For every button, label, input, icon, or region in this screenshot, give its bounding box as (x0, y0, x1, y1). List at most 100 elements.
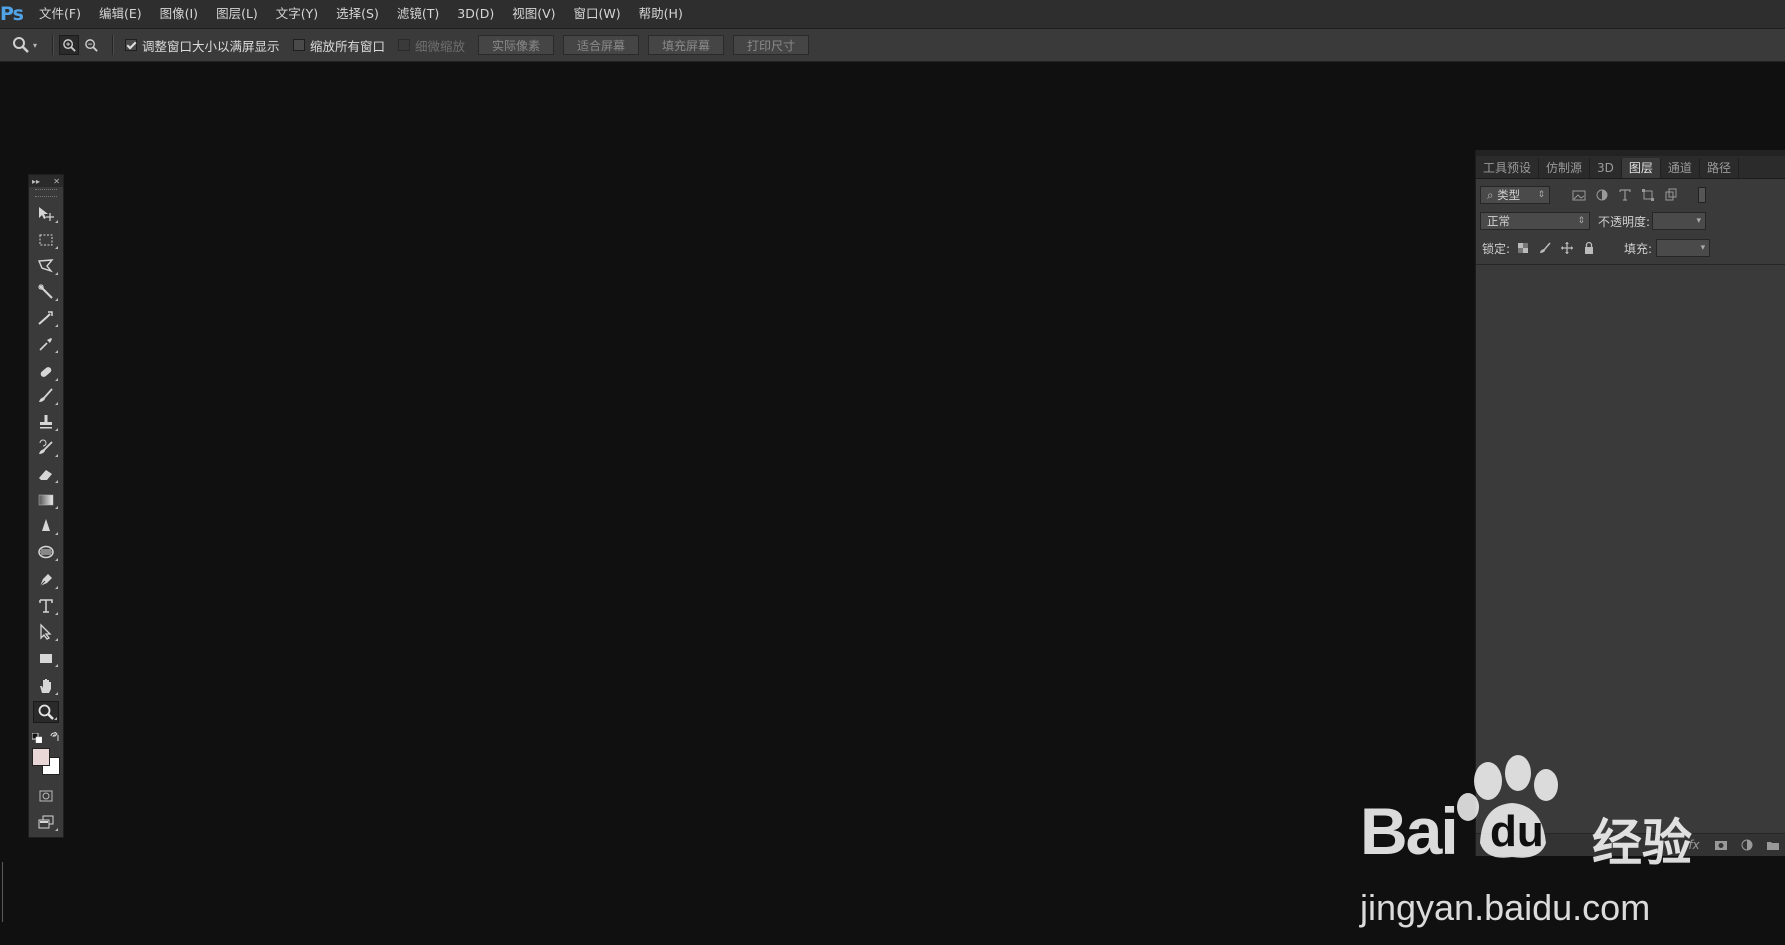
pen-tool[interactable] (33, 569, 59, 591)
path-selection-tool[interactable] (33, 621, 59, 643)
history-brush-tool[interactable] (33, 437, 59, 459)
crop-icon (38, 311, 53, 325)
menu-layer[interactable]: 图层(L) (207, 0, 267, 28)
drag-handle[interactable] (35, 189, 57, 197)
blur-icon (42, 519, 50, 531)
tab-channels[interactable]: 通道 (1661, 158, 1700, 178)
menu-edit[interactable]: 编辑(E) (90, 0, 151, 28)
menu-3d[interactable]: 3D(D) (448, 0, 503, 28)
chevron-down-icon: ▾ (1700, 243, 1706, 253)
fill-screen-button[interactable]: 填充屏幕 (648, 35, 724, 55)
print-size-button[interactable]: 打印尺寸 (733, 35, 809, 55)
collapsed-panel-edge[interactable] (0, 862, 3, 922)
dodge-tool[interactable] (33, 541, 59, 563)
filter-shape-icon[interactable] (1641, 188, 1655, 202)
tab-layers[interactable]: 图层 (1621, 158, 1661, 178)
watermark-sub: 经验 (1592, 814, 1692, 872)
pen-icon (39, 574, 52, 587)
chevron-down-icon: ▾ (33, 40, 38, 50)
type-tool[interactable] (33, 595, 59, 617)
lock-image-icon[interactable] (1538, 241, 1552, 255)
brush-icon (39, 388, 53, 402)
zoom-out-button[interactable] (84, 29, 99, 61)
zoom-out-icon (85, 38, 98, 52)
tab-tool-presets[interactable]: 工具预设 (1476, 158, 1540, 178)
clone-stamp-tool[interactable] (33, 411, 59, 433)
opacity-input[interactable]: ▾ (1652, 212, 1707, 230)
screen-mode-button[interactable] (33, 811, 59, 833)
menu-type[interactable]: 文字(Y) (267, 0, 327, 28)
clone-stamp-icon (40, 415, 52, 429)
eyedropper-tool[interactable] (33, 333, 59, 355)
blur-tool[interactable] (33, 515, 59, 537)
swap-colors-icon[interactable] (50, 732, 60, 742)
filter-kind-select[interactable]: ⌕ 类型 ⇕ (1480, 186, 1550, 204)
magic-wand-icon (38, 284, 53, 299)
marquee-tool[interactable] (33, 229, 59, 251)
collapse-icon[interactable]: ▸▸ (32, 177, 40, 186)
menu-select[interactable]: 选择(S) (327, 0, 388, 28)
panel-grip[interactable] (1476, 150, 1785, 156)
tools-panel-header[interactable]: ▸▸ ✕ (29, 175, 63, 187)
menu-image[interactable]: 图像(I) (151, 0, 207, 28)
resize-windows-option[interactable]: 调整窗口大小以满屏显示 (125, 29, 280, 61)
actual-pixels-button[interactable]: 实际像素 (478, 35, 554, 55)
filter-toggle[interactable] (1698, 187, 1706, 203)
rectangle-icon (40, 654, 52, 663)
baidu-watermark: Bai du 经验 jingyan.baidu.com (1360, 745, 1780, 935)
rectangle-tool[interactable] (33, 647, 59, 669)
menu-window[interactable]: 窗口(W) (565, 0, 630, 28)
gradient-tool[interactable] (33, 489, 59, 511)
default-colors-icon[interactable] (32, 733, 42, 743)
marquee-icon (39, 234, 53, 246)
scrubby-zoom-label: 细微缩放 (415, 38, 466, 54)
lock-all-icon[interactable] (1582, 241, 1596, 255)
zoom-all-windows-option[interactable]: 缩放所有窗口 (293, 29, 385, 61)
tab-3d[interactable]: 3D (1590, 158, 1622, 178)
blend-mode-select[interactable]: 正常 ⇕ (1480, 212, 1590, 230)
quick-mask-button[interactable] (33, 785, 59, 807)
filter-type-icon[interactable] (1618, 188, 1632, 202)
menu-filter[interactable]: 滤镜(T) (388, 0, 448, 28)
lock-row: 锁定: 填充: ▾ (1476, 234, 1785, 262)
menu-bar: Ps 文件(F) 编辑(E) 图像(I) 图层(L) 文字(Y) 选择(S) 滤… (0, 0, 1785, 29)
zoom-all-windows-checkbox[interactable] (293, 39, 305, 51)
lasso-tool[interactable] (33, 255, 59, 277)
filter-smart-object-icon[interactable] (1664, 188, 1678, 202)
zoom-tool[interactable] (33, 701, 59, 723)
brush-tool[interactable] (33, 385, 59, 407)
hand-tool[interactable] (33, 675, 59, 697)
hand-icon (40, 679, 51, 693)
layer-filter-row: ⌕ 类型 ⇕ (1476, 181, 1785, 209)
divider (112, 35, 114, 55)
tab-paths[interactable]: 路径 (1700, 158, 1739, 178)
magic-wand-tool[interactable] (33, 281, 59, 303)
fit-screen-button[interactable]: 适合屏幕 (563, 35, 639, 55)
screen-mode-icon (38, 815, 54, 829)
lock-position-icon[interactable] (1560, 241, 1574, 255)
fill-input[interactable]: ▾ (1656, 239, 1711, 257)
tab-clone-source[interactable]: 仿制源 (1539, 158, 1591, 178)
scrubby-zoom-option[interactable]: 细微缩放 (398, 29, 465, 61)
move-icon (39, 207, 54, 221)
photoshop-logo: Ps (0, 3, 24, 25)
path-selection-icon (40, 623, 52, 640)
crop-tool[interactable] (33, 307, 59, 329)
watermark-brand: Bai (1360, 794, 1459, 868)
close-icon[interactable]: ✕ (53, 177, 60, 186)
scrubby-zoom-checkbox[interactable] (398, 39, 410, 51)
zoom-in-button[interactable] (59, 29, 79, 61)
healing-brush-tool[interactable] (33, 361, 59, 383)
menu-help[interactable]: 帮助(H) (630, 0, 692, 28)
lock-label: 锁定: (1482, 241, 1511, 256)
filter-adjustment-icon[interactable] (1595, 188, 1609, 202)
menu-view[interactable]: 视图(V) (503, 0, 564, 28)
menu-file[interactable]: 文件(F) (30, 0, 90, 28)
eraser-tool[interactable] (33, 463, 59, 485)
tool-preset-picker[interactable]: ▾ (12, 29, 37, 61)
lock-transparent-icon[interactable] (1516, 241, 1530, 255)
foreground-color-swatch[interactable] (32, 748, 50, 766)
filter-pixel-icon[interactable] (1572, 188, 1586, 202)
move-tool[interactable] (33, 203, 59, 225)
resize-windows-checkbox[interactable] (125, 39, 137, 51)
